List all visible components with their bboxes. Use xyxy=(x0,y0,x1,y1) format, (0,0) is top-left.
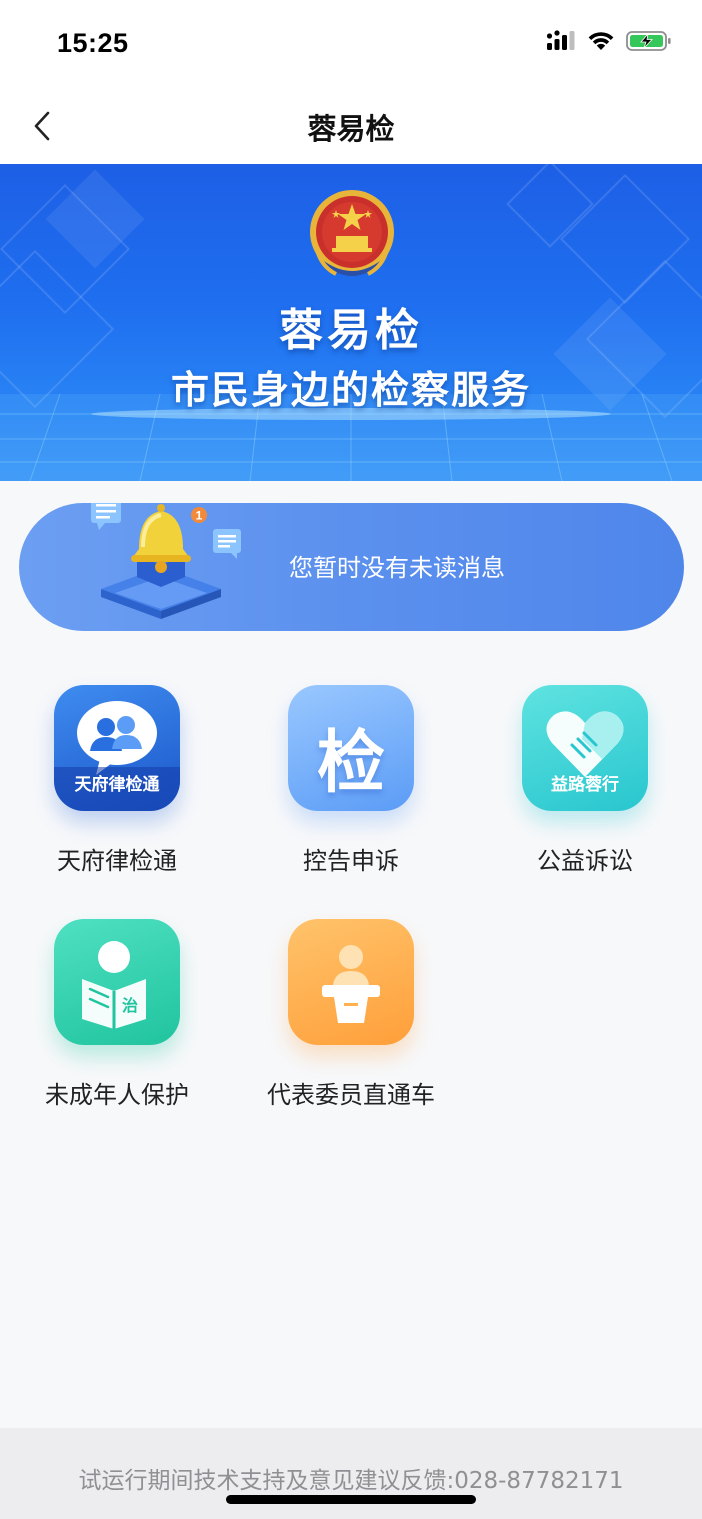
status-bar: 15:25 xyxy=(0,0,702,88)
service-label: 公益诉讼 xyxy=(537,847,633,875)
status-time: 15:25 xyxy=(57,28,129,58)
podium-graphic xyxy=(322,945,380,1023)
home-indicator[interactable] xyxy=(226,1495,476,1504)
hero-banner: 蓉易检 市民身边的检察服务 xyxy=(0,164,702,481)
cellular-signal-icon xyxy=(546,30,575,50)
wifi-icon xyxy=(588,32,614,50)
icon-glyph: 治 xyxy=(122,996,138,1015)
child-book-graphic: 治 xyxy=(82,941,146,1029)
bell-notification-icon: 1 xyxy=(91,503,241,619)
service-label: 天府律检通 xyxy=(57,847,177,875)
service-representative-express[interactable]: 代表委员直通车 xyxy=(234,919,468,1139)
jian-character-icon: 检 xyxy=(288,685,414,811)
service-minor-protection[interactable]: 治 未成年人保护 xyxy=(0,919,234,1139)
procuratorate-emblem-icon xyxy=(310,190,394,276)
service-complaint-appeal[interactable]: 检 控告申诉 xyxy=(234,685,468,905)
service-tianfu-lvjiantong[interactable]: 天府律检通 天府律检通 xyxy=(0,685,234,905)
notice-text: 您暂时没有未读消息 xyxy=(289,554,505,582)
banner-subtitle: 市民身边的检察服务 xyxy=(170,368,531,412)
navigation-bar: 蓉易检 xyxy=(0,88,702,164)
service-label: 控告申诉 xyxy=(303,847,399,875)
page-title: 蓉易检 xyxy=(307,112,395,146)
child-book-icon: 治 xyxy=(54,919,180,1045)
support-hotline-text: 试运行期间技术支持及意见建议反馈:028-87782171 xyxy=(78,1468,624,1494)
notice-badge: 1 xyxy=(196,509,203,523)
icon-caption: 天府律检通 xyxy=(74,775,160,795)
status-icons xyxy=(546,30,672,52)
service-public-interest-litigation[interactable]: 益路蓉行 公益诉讼 xyxy=(468,685,702,905)
people-chat-icon: 天府律检通 xyxy=(54,685,180,811)
service-label: 代表委员直通车 xyxy=(267,1081,435,1109)
heart-handshake-icon: 益路蓉行 xyxy=(522,685,648,811)
service-label: 未成年人保护 xyxy=(45,1081,189,1109)
message-notice-card[interactable]: 1 您暂时没有未读消息 xyxy=(19,503,684,631)
icon-caption: 益路蓉行 xyxy=(551,775,619,795)
footer: 试运行期间技术支持及意见建议反馈:028-87782171 xyxy=(0,1428,702,1519)
battery-charging-icon xyxy=(626,31,671,51)
icon-glyph: 检 xyxy=(316,724,385,803)
banner-title: 蓉易检 xyxy=(279,305,423,356)
podium-speaker-icon xyxy=(288,919,414,1045)
